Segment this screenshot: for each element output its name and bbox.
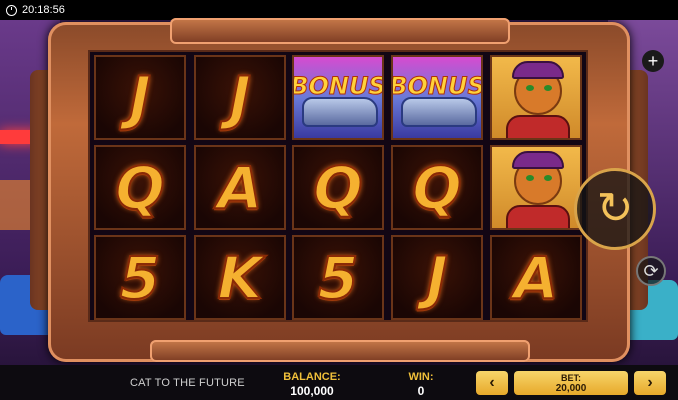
symbol-glyph: J <box>228 63 252 132</box>
cat-eye-icon <box>526 85 534 91</box>
symbol-a: A <box>490 235 582 320</box>
balance-display: BALANCE: 100,000 <box>282 371 342 398</box>
cat-symbol <box>490 55 582 140</box>
frame-top-plate <box>170 18 510 44</box>
bonus-label: BONUS <box>391 71 483 100</box>
symbol-a: A <box>194 145 286 230</box>
symbol-glyph: A <box>513 243 560 312</box>
delorean-car-icon <box>401 97 477 127</box>
plus-icon: + <box>647 50 659 71</box>
bet-label: BET: <box>561 373 581 383</box>
cat-eye-icon <box>544 85 552 91</box>
bet-increase-button[interactable]: › <box>634 371 666 395</box>
bonus-label: BONUS <box>292 71 384 100</box>
win-display: WIN: 0 <box>396 371 446 398</box>
cat-eye-icon <box>544 175 552 181</box>
symbol-glyph: Q <box>114 153 165 222</box>
symbol-5: 5 <box>94 235 186 320</box>
chevron-right-icon: › <box>647 374 653 391</box>
cat-symbol <box>490 145 582 230</box>
symbol-k: K <box>194 235 286 320</box>
cat-cap-icon <box>512 151 564 169</box>
spin-button[interactable]: ↻ <box>574 168 656 250</box>
bottom-bar: CAT TO THE FUTURE BALANCE: 100,000 WIN: … <box>0 365 678 400</box>
autoplay-button[interactable]: ⟳ <box>636 256 666 286</box>
symbol-j: J <box>194 55 286 140</box>
symbol-glyph: 5 <box>119 243 161 312</box>
status-bar: 20:18:56 <box>0 0 678 20</box>
cat-cap-icon <box>512 61 564 79</box>
delorean-car-icon <box>302 97 378 127</box>
chevron-left-icon: ‹ <box>489 374 495 391</box>
symbol-q: Q <box>391 145 483 230</box>
symbol-glyph: 5 <box>317 243 359 312</box>
symbol-q: Q <box>292 145 384 230</box>
symbol-glyph: J <box>128 63 152 132</box>
cat-body-icon <box>506 205 570 228</box>
symbol-glyph: J <box>425 243 449 312</box>
symbol-glyph: K <box>217 243 264 312</box>
win-label: WIN: <box>408 371 434 383</box>
symbol-q: Q <box>94 145 186 230</box>
game-title: CAT TO THE FUTURE <box>130 377 245 389</box>
autoplay-icon: ⟳ <box>643 260 659 281</box>
bonus-symbol: BONUS <box>391 55 483 140</box>
plus-button[interactable]: + <box>642 50 664 72</box>
symbol-j: J <box>391 235 483 320</box>
frame-bottom-plate <box>150 340 530 362</box>
cat-body-icon <box>506 115 570 138</box>
symbol-glyph: A <box>217 153 264 222</box>
cat-eye-icon <box>526 175 534 181</box>
clock-icon <box>6 4 17 16</box>
spin-icon: ↻ <box>596 184 634 233</box>
clock-time: 20:18:56 <box>22 4 65 16</box>
bet-value: 20,000 <box>555 383 587 394</box>
bet-display[interactable]: BET: 20,000 <box>514 371 628 395</box>
symbol-j: J <box>94 55 186 140</box>
game-screen: 20:18:56 J Q 5 J A K BONUS Q 5 BONUS Q J A + ↻ ⟳ CAT… <box>0 0 678 400</box>
symbol-glyph: Q <box>312 153 363 222</box>
bonus-symbol: BONUS <box>292 55 384 140</box>
win-value: 0 <box>417 384 425 398</box>
balance-value: 100,000 <box>290 384 334 398</box>
balance-label: BALANCE: <box>283 371 341 383</box>
bet-decrease-button[interactable]: ‹ <box>476 371 508 395</box>
symbol-5: 5 <box>292 235 384 320</box>
symbol-glyph: Q <box>411 153 462 222</box>
